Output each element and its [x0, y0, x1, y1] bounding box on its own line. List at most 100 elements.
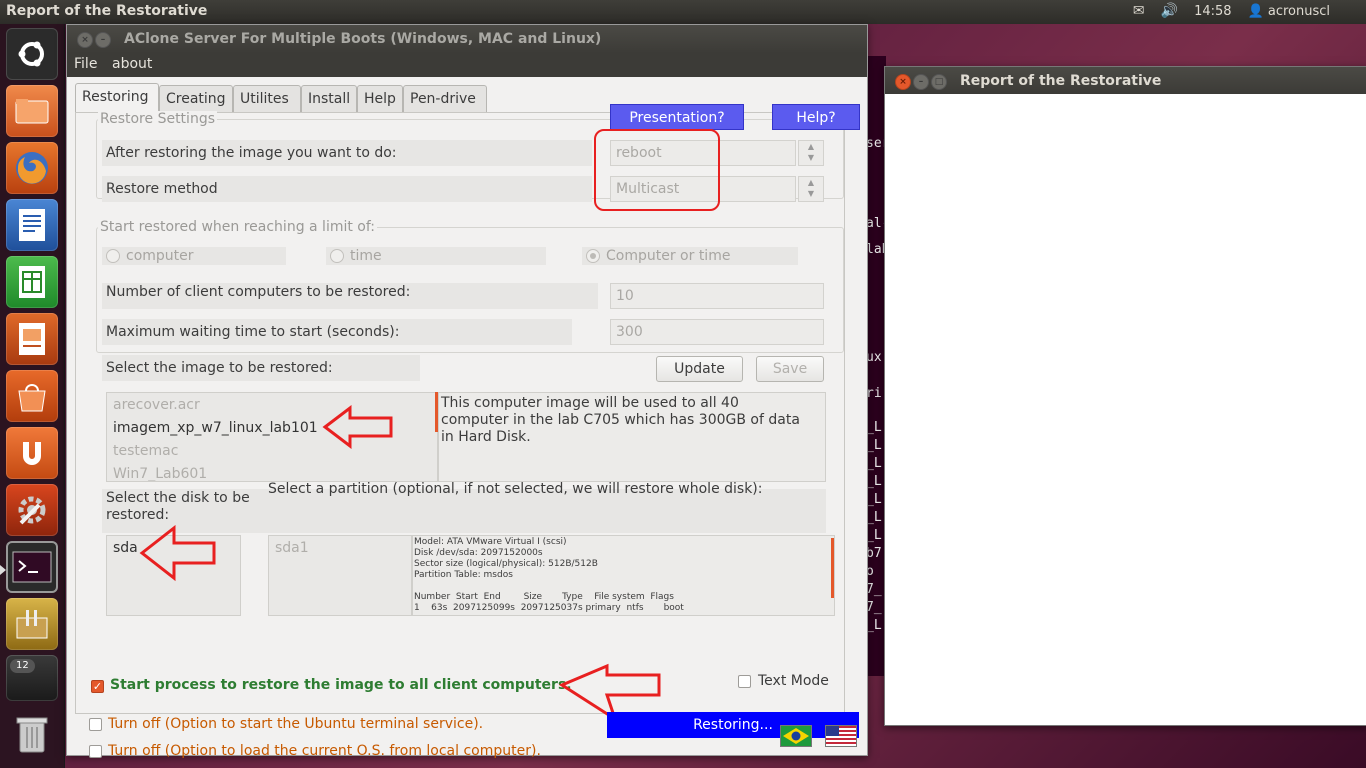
radio-computer[interactable]: computer	[102, 247, 286, 265]
disk-info-panel: Model: ATA VMware Virtual I (scsi) Disk …	[412, 535, 835, 616]
radio-time-label: time	[350, 248, 382, 264]
list-item[interactable]: sda1	[275, 540, 309, 556]
after-restore-label: After restoring the image you want to do…	[102, 140, 592, 166]
close-icon[interactable]: ×	[895, 74, 911, 90]
report-text-area[interactable]	[885, 94, 1366, 725]
user-menu[interactable]: 👤 acronuscl	[1248, 4, 1330, 19]
terminal-line: al-r	[866, 216, 886, 231]
trash-icon[interactable]	[6, 708, 58, 760]
partition-list[interactable]: sda1	[268, 535, 412, 616]
list-item[interactable]: Win7_Lab601	[113, 466, 207, 481]
update-button[interactable]: Update	[656, 356, 743, 382]
image-select-label: Select the image to be restored:	[102, 355, 420, 381]
firefox-icon[interactable]	[6, 142, 58, 194]
radio-computer-or-time[interactable]: Computer or time	[582, 247, 798, 265]
disk-select-label: Select the disk to be restored:	[106, 490, 250, 523]
terminal-line: _L	[866, 456, 882, 471]
report-title: Report of the Restorative	[960, 73, 1162, 89]
annotation-arrow	[139, 525, 216, 582]
disk-info-line: Number Start End Size Type File system F…	[414, 592, 674, 602]
radio-time[interactable]: time	[326, 247, 546, 265]
workspace-switcher-icon[interactable]: 12	[6, 655, 58, 701]
radio-computer-or-time-label: Computer or time	[606, 248, 731, 264]
clients-label: Number of client computers to be restore…	[102, 283, 598, 309]
software-center-icon[interactable]	[6, 370, 58, 422]
mail-icon[interactable]: ✉	[1133, 3, 1145, 19]
save-button[interactable]: Save	[756, 356, 824, 382]
menu-file[interactable]: File	[74, 56, 97, 72]
disk-info-line: Model: ATA VMware Virtual I (scsi)	[414, 537, 567, 547]
dash-home-icon[interactable]	[6, 28, 58, 80]
tab-install[interactable]: Install	[301, 85, 357, 112]
restoring-button[interactable]: Restoring...	[607, 712, 859, 738]
list-item[interactable]: arecover.acr	[113, 397, 200, 413]
archive-manager-icon[interactable]	[6, 598, 58, 650]
disk-info-line: Sector size (logical/physical): 512B/512…	[414, 559, 598, 569]
tab-utilites[interactable]: Utilites	[233, 85, 301, 112]
ubuntu-one-icon[interactable]	[6, 427, 58, 479]
menubar: File about	[67, 53, 867, 77]
volume-icon[interactable]: 🔊	[1161, 3, 1178, 19]
menu-about[interactable]: about	[112, 56, 152, 72]
background-terminal: seral-rlabuxri_L_L_L_L_L_L_Lb7o7_7__L	[866, 56, 886, 676]
annotation-arrow	[322, 405, 393, 449]
start-process-label: Start process to restore the image to al…	[110, 677, 572, 693]
text-mode-checkbox[interactable]	[738, 675, 751, 688]
clock[interactable]: 14:58	[1194, 4, 1231, 19]
turn-off-terminal-checkbox[interactable]	[89, 718, 102, 731]
tab-creating[interactable]: Creating	[159, 85, 233, 112]
limit-group-label: Start restored when reaching a limit of:	[98, 219, 378, 235]
help-button[interactable]: Help?	[772, 104, 860, 130]
user-name: acronuscl	[1267, 3, 1330, 19]
calc-icon[interactable]	[6, 256, 58, 308]
indicator-area: ✉ 🔊 14:58 👤 acronuscl	[1133, 3, 1330, 19]
start-process-checkbox[interactable]: ✓	[91, 680, 104, 693]
tab-help[interactable]: Help	[357, 85, 403, 112]
list-item-selected[interactable]: imagem_xp_w7_linux_lab101	[113, 420, 318, 436]
maximize-icon[interactable]: □	[931, 74, 947, 90]
turn-off-local-checkbox[interactable]	[89, 745, 102, 758]
main-window: × – AClone Server For Multiple Boots (Wi…	[66, 24, 868, 759]
terminal-line: ser	[866, 136, 886, 151]
clients-input[interactable]: 10	[610, 283, 824, 309]
writer-icon[interactable]	[6, 199, 58, 251]
list-item-selected[interactable]: sda	[113, 540, 138, 556]
scroll-indicator[interactable]	[831, 538, 834, 598]
minimize-icon[interactable]: –	[95, 32, 111, 48]
impress-icon[interactable]	[6, 313, 58, 365]
close-icon[interactable]: ×	[77, 32, 93, 48]
launcher: 12	[0, 24, 65, 768]
terminal-line: _L	[866, 492, 882, 507]
files-icon[interactable]	[6, 85, 58, 137]
tab-pen-drive[interactable]: Pen-drive	[403, 85, 487, 112]
user-icon: 👤	[1247, 3, 1264, 19]
terminal-line: b7	[866, 546, 882, 561]
restoring-panel: Restore Settings Presentation? Help? Aft…	[75, 104, 860, 714]
image-description-text: This computer image will be used to all …	[441, 395, 800, 445]
restore-method-spinner[interactable]: ▲ ▼	[798, 176, 824, 202]
disk-info-line: 1 63s 2097125099s 2097125037s primary nt…	[414, 603, 684, 613]
after-restore-spinner[interactable]: ▲ ▼	[798, 140, 824, 166]
top-panel: Report of the Restorative ✉ 🔊 14:58 👤 ac…	[0, 0, 1366, 24]
wait-label: Maximum waiting time to start (seconds):	[102, 319, 572, 345]
report-titlebar: × – □ Report of the Restorative	[885, 67, 1366, 94]
system-settings-icon[interactable]	[6, 484, 58, 536]
restore-method-label: Restore method	[102, 176, 592, 202]
text-mode-label: Text Mode	[758, 673, 829, 689]
radio-dot	[106, 249, 120, 263]
terminal-line: ri	[866, 386, 882, 401]
radio-computer-label: computer	[126, 248, 194, 264]
terminal-line: _L	[866, 420, 882, 435]
minimize-icon[interactable]: –	[913, 74, 929, 90]
content-area: Restoring Creating Utilites Install Help…	[67, 77, 867, 759]
list-item[interactable]: testemac	[113, 443, 178, 459]
workspace-badge: 12	[10, 659, 35, 673]
terminal-icon[interactable]	[6, 541, 58, 593]
brazil-flag-icon[interactable]	[780, 725, 812, 747]
terminal-line: lab	[866, 242, 886, 257]
wait-input[interactable]: 300	[610, 319, 824, 345]
presentation-button[interactable]: Presentation?	[610, 104, 744, 130]
usa-flag-icon[interactable]	[825, 725, 857, 747]
turn-off-local-label: Turn off (Option to load the current O.S…	[108, 743, 541, 759]
tab-restoring[interactable]: Restoring	[75, 83, 159, 112]
